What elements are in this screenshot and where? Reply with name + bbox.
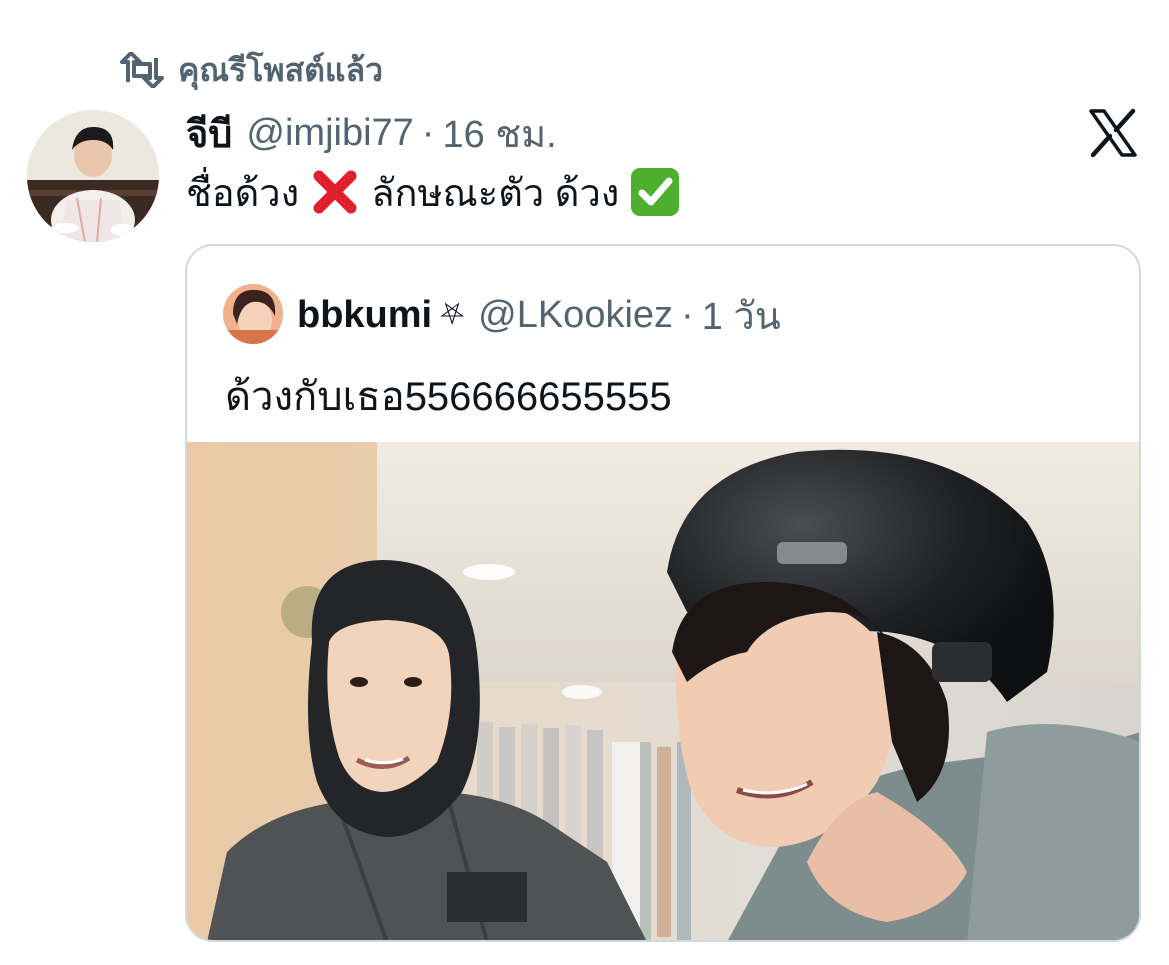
quoted-text: ด้วงกับเธอ556666655555 bbox=[225, 375, 672, 419]
tweet-text-part2: ลักษณะตัว ด้วง bbox=[371, 172, 620, 215]
quoted-avatar[interactable] bbox=[223, 284, 283, 344]
quoted-separator-dot: · bbox=[681, 293, 694, 336]
avatar[interactable] bbox=[27, 110, 159, 242]
tweet-text: ชื่อด้วง ลักษณะตัว ด้วง bbox=[186, 162, 681, 222]
quoted-post[interactable]: bbkumi ⛧ @LKookiez · 1 วัน ด้วงกับเธอ556… bbox=[185, 244, 1141, 942]
retweet-label: คุณรีโพสต์แล้ว bbox=[178, 51, 384, 88]
check-mark-button-emoji bbox=[631, 168, 680, 216]
quoted-name-symbol: ⛧ bbox=[440, 298, 465, 331]
quoted-display-name[interactable]: bbkumi bbox=[297, 294, 432, 337]
tweet-header: จีบี @imjibi77 · 16 ชม. bbox=[186, 108, 557, 158]
display-name[interactable]: จีบี bbox=[186, 103, 232, 164]
cross-mark-emoji bbox=[313, 170, 357, 214]
x-logo-icon[interactable] bbox=[1088, 108, 1138, 158]
quoted-photo[interactable] bbox=[187, 442, 1141, 942]
separator-dot: · bbox=[421, 111, 435, 154]
tweet-text-part1: ชื่อด้วง bbox=[186, 172, 300, 215]
quoted-header: bbkumi ⛧ @LKookiez · 1 วัน bbox=[297, 290, 781, 340]
post-time[interactable]: 16 ชม. bbox=[442, 103, 556, 164]
quoted-time: 1 วัน bbox=[701, 295, 781, 338]
retweet-icon bbox=[120, 52, 164, 88]
quoted-handle[interactable]: @LKookiez bbox=[478, 294, 673, 337]
retweet-indicator: คุณรีโพสต์แล้ว bbox=[120, 48, 383, 92]
user-handle[interactable]: @imjibi77 bbox=[246, 112, 413, 155]
